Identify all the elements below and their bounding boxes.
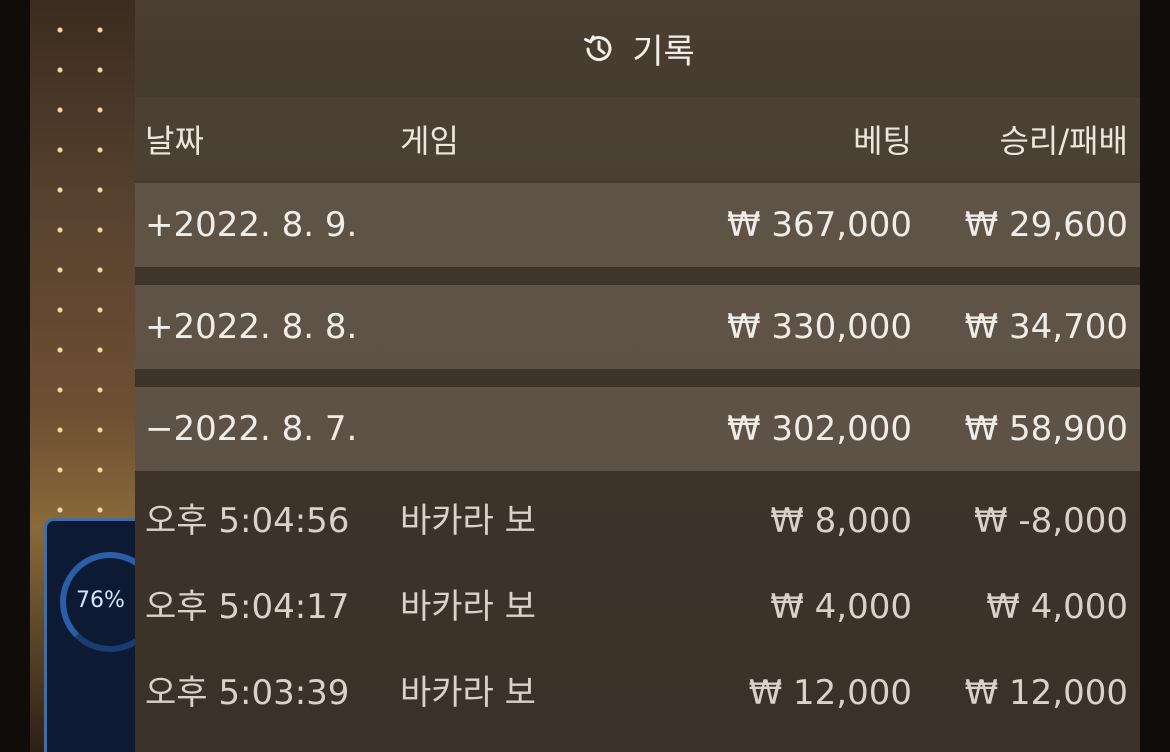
row-game: 바카라 보 [400,587,536,627]
history-icon [580,30,618,68]
row-win-loss-amount: ₩ 4,000 [986,587,1128,627]
row-bet-amount: ₩ 367,000 [726,205,912,245]
row-date: −2022. 8. 7. [145,409,358,449]
row-game: 바카라 보 [400,501,536,541]
row-win-loss-amount: ₩ -8,000 [973,501,1128,541]
left-edge [0,0,30,752]
date-group-row[interactable]: +2022. 8. 8. ₩ 330,000 ₩ 34,700 [135,285,1140,369]
panel-header: 기록 [135,0,1140,97]
progress-label: 76% [76,588,125,613]
row-bet-amount: ₩ 8,000 [770,501,912,541]
column-header-bet: 베팅 [853,122,912,160]
row-win-loss-amount: ₩ 29,600 [964,205,1128,245]
row-time: 오후 5:03:39 [145,673,350,713]
right-edge [1140,0,1170,752]
screen: 76% 기록 날짜 게임 베팅 승리/패배 +2022. 8. 9. ₩ 367,… [0,0,1170,752]
table-header: 날짜 게임 베팅 승리/패배 [135,97,1140,181]
column-header-win-loss: 승리/패배 [999,122,1128,160]
row-win-loss-amount: ₩ 34,700 [964,307,1128,347]
row-time: 오후 5:04:17 [145,587,350,627]
row-bet-amount: ₩ 12,000 [748,673,912,713]
row-time: 오후 5:04:56 [145,501,350,541]
row-win-loss-amount: ₩ 12,000 [964,673,1128,713]
history-panel: 기록 날짜 게임 베팅 승리/패배 +2022. 8. 9. ₩ 367,000 ₩… [135,0,1140,752]
bet-detail-row: 오후 5:03:39 바카라 보 ₩ 12,000 ₩ 12,000 [135,651,1140,735]
column-header-game: 게임 [400,122,459,160]
row-date: +2022. 8. 9. [145,205,358,245]
bet-detail-row: 오후 5:04:56 바카라 보 ₩ 8,000 ₩ -8,000 [135,479,1140,563]
bet-detail-row: 오후 5:04:17 바카라 보 ₩ 4,000 ₩ 4,000 [135,565,1140,649]
date-group-row[interactable]: +2022. 8. 9. ₩ 367,000 ₩ 29,600 [135,183,1140,267]
row-game: 바카라 보 [400,673,536,713]
panel-title: 기록 [632,32,695,72]
row-date: +2022. 8. 8. [145,307,358,347]
row-bet-amount: ₩ 302,000 [726,409,912,449]
column-header-date: 날짜 [145,122,204,160]
row-bet-amount: ₩ 4,000 [770,587,912,627]
date-group-row[interactable]: −2022. 8. 7. ₩ 302,000 ₩ 58,900 [135,387,1140,471]
row-win-loss-amount: ₩ 58,900 [964,409,1128,449]
row-bet-amount: ₩ 330,000 [726,307,912,347]
